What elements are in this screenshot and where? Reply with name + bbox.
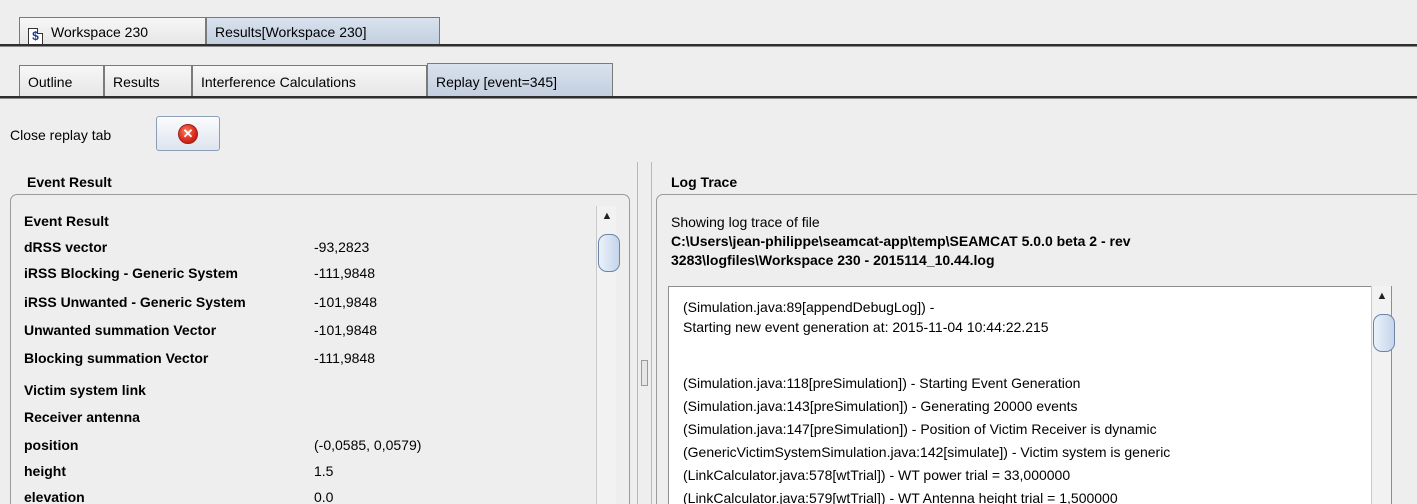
tab-results-workspace-230[interactable]: Results[Workspace 230] bbox=[206, 17, 440, 44]
scroll-up-arrow-icon[interactable]: ▲ bbox=[597, 206, 617, 226]
tab-interference-calculations-label: Interference Calculations bbox=[201, 74, 356, 90]
log-trace-panel-title: Log Trace bbox=[671, 174, 738, 190]
event-row-label: Receiver antenna bbox=[24, 409, 140, 425]
log-line: (Simulation.java:143[preSimulation]) - G… bbox=[683, 398, 1078, 414]
event-row-label: Event Result bbox=[24, 213, 109, 229]
workspace-tab-divider bbox=[0, 44, 1417, 47]
log-line: (Simulation.java:147[preSimulation]) - P… bbox=[683, 421, 1157, 437]
splitter-line-left bbox=[637, 162, 638, 504]
event-result-scrollbar[interactable]: ▲ bbox=[596, 206, 620, 504]
event-row-label: elevation bbox=[24, 489, 85, 504]
tab-replay-event[interactable]: Replay [event=345] bbox=[427, 63, 613, 96]
scrollbar-thumb[interactable] bbox=[598, 234, 620, 272]
log-line: (Simulation.java:118[preSimulation]) - S… bbox=[683, 375, 1081, 391]
event-row-value: -101,9848 bbox=[314, 322, 378, 338]
log-file-path: C:\Users\jean-philippe\seamcat-app\temp\… bbox=[671, 232, 1231, 270]
event-row-value: 0.0 bbox=[314, 489, 334, 504]
log-line: Starting new event generation at: 2015-1… bbox=[683, 319, 1049, 335]
log-text-area[interactable]: (Simulation.java:89[appendDebugLog]) - S… bbox=[668, 286, 1392, 504]
tab-outline-label: Outline bbox=[28, 74, 73, 90]
tab-replay-event-label: Replay [event=345] bbox=[436, 74, 558, 90]
event-row-value: -101,9848 bbox=[314, 294, 378, 310]
event-result-panel-title: Event Result bbox=[27, 174, 112, 190]
event-row-value: (-0,0585, 0,0579) bbox=[314, 437, 422, 453]
event-row-label: position bbox=[24, 437, 79, 453]
scrollbar-thumb[interactable] bbox=[1373, 314, 1395, 352]
tab-workspace-230-label: Workspace 230 bbox=[51, 24, 149, 40]
event-row-label: Unwanted summation Vector bbox=[24, 322, 217, 338]
event-row-label: iRSS Unwanted - Generic System bbox=[24, 294, 246, 310]
result-tab-divider bbox=[0, 96, 1417, 99]
splitter-handle[interactable] bbox=[641, 360, 648, 386]
log-file-path-line-2: 3283\logfiles\Workspace 230 - 2015114_10… bbox=[671, 252, 995, 268]
log-intro-text: Showing log trace of file bbox=[671, 214, 820, 230]
tab-results-workspace-230-label: Results[Workspace 230] bbox=[215, 24, 367, 40]
event-row-label: iRSS Blocking - Generic System bbox=[24, 265, 238, 281]
close-replay-label: Close replay tab bbox=[10, 127, 112, 143]
close-replay-button[interactable]: ✕ bbox=[156, 116, 220, 151]
tab-outline[interactable]: Outline bbox=[19, 65, 104, 96]
scroll-up-arrow-icon[interactable]: ▲ bbox=[1372, 286, 1392, 306]
event-row-value: -111,9848 bbox=[314, 265, 375, 281]
tab-results[interactable]: Results bbox=[104, 65, 192, 96]
log-scrollbar[interactable]: ▲ bbox=[1371, 286, 1395, 504]
event-row-value: -93,2823 bbox=[314, 239, 370, 255]
log-line: (Simulation.java:89[appendDebugLog]) - bbox=[683, 299, 935, 315]
splitter-line-right bbox=[651, 162, 652, 504]
log-line: (LinkCalculator.java:578[wtTrial]) - WT … bbox=[683, 467, 1071, 483]
log-file-path-line-1: C:\Users\jean-philippe\seamcat-app\temp\… bbox=[671, 233, 1131, 249]
tab-workspace-230[interactable]: $ Workspace 230 bbox=[19, 17, 206, 45]
event-row-label: height bbox=[24, 463, 66, 479]
event-result-list: Event Result dRSS vector -93,2823 iRSS B… bbox=[18, 206, 598, 504]
event-row-value: -111,9848 bbox=[314, 350, 375, 366]
log-line: (GenericVictimSystemSimulation.java:142[… bbox=[683, 444, 1171, 460]
tab-interference-calculations[interactable]: Interference Calculations bbox=[192, 65, 427, 96]
log-line: (LinkCalculator.java:579[wtTrial]) - WT … bbox=[683, 490, 1118, 504]
event-row-label: Blocking summation Vector bbox=[24, 350, 209, 366]
document-dollar-icon: $ bbox=[28, 28, 43, 45]
close-red-circle-icon: ✕ bbox=[178, 124, 198, 144]
event-row-value: 1.5 bbox=[314, 463, 334, 479]
event-row-label: dRSS vector bbox=[24, 239, 108, 255]
tab-results-label: Results bbox=[113, 74, 160, 90]
event-row-label: Victim system link bbox=[24, 382, 146, 398]
